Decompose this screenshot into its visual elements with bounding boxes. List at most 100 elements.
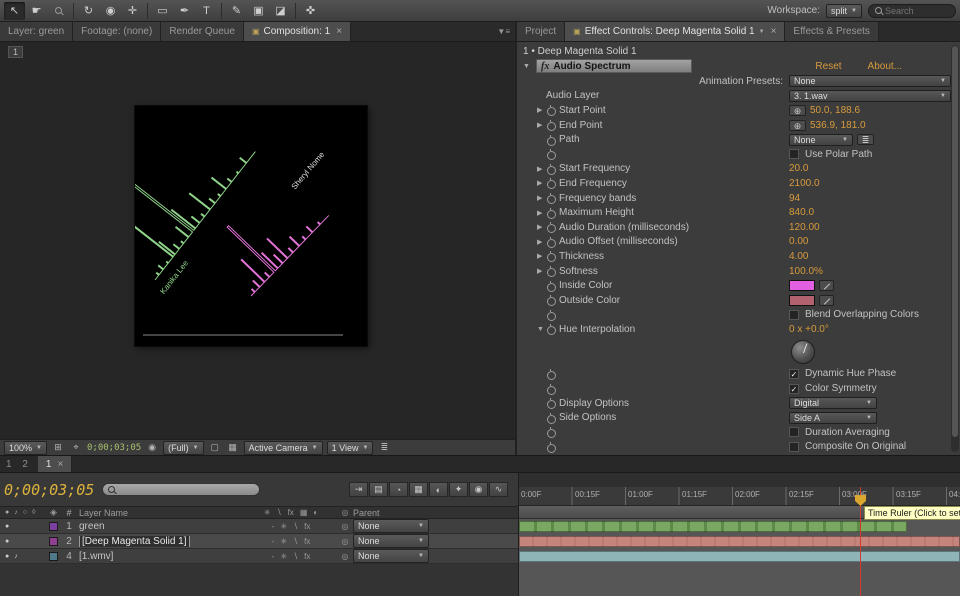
reset-link[interactable]: Reset: [815, 61, 841, 72]
blend-icon[interactable]: ∖: [293, 522, 298, 531]
stopwatch-icon[interactable]: [546, 149, 556, 159]
parent-dropdown[interactable]: None▼: [353, 519, 429, 533]
stopwatch-icon[interactable]: [546, 135, 556, 145]
layer-row-green[interactable]: ● 1 green -✳∖fx ◎ None▼: [0, 519, 518, 534]
composition-viewer[interactable]: 1 Kanika Lee Sheryl Nome: [0, 42, 515, 439]
layer-name-column-header[interactable]: Layer Name: [77, 508, 245, 518]
camera-tool[interactable]: ◉: [100, 2, 121, 20]
tab-project[interactable]: Project: [517, 22, 565, 41]
auto-keyframe-icon[interactable]: ◉: [469, 482, 488, 497]
brush-tool[interactable]: ✎: [226, 2, 247, 20]
quality-icon[interactable]: -: [272, 552, 275, 561]
comp-mini-flowchart-icon[interactable]: ⇥: [349, 482, 368, 497]
resolution-dropdown[interactable]: (Full)▼: [163, 441, 203, 455]
side-options-dropdown[interactable]: Side A▼: [789, 412, 877, 424]
time-ruler[interactable]: 0:00F 00:15F 01:00F 01:15F 02:00F 02:15F…: [519, 487, 960, 506]
stopwatch-icon[interactable]: [546, 384, 556, 394]
stopwatch-icon[interactable]: [546, 105, 556, 115]
pick-whip-icon[interactable]: ◎: [337, 552, 353, 561]
tab-composition[interactable]: ▣ Composition: 1 ×: [244, 22, 351, 41]
rotation-tool[interactable]: ↻: [78, 2, 99, 20]
blend-overlapping-colors-checkbox[interactable]: [789, 310, 799, 320]
clone-stamp-tool[interactable]: ▣: [248, 2, 269, 20]
param-value[interactable]: 0.00: [789, 236, 808, 247]
zoom-tool[interactable]: [48, 2, 69, 20]
help-search-box[interactable]: [868, 4, 956, 18]
quality-icon[interactable]: -: [272, 537, 275, 546]
effect-name-selected[interactable]: fx Audio Spectrum: [536, 59, 692, 73]
scrollbar[interactable]: [951, 45, 959, 452]
hand-tool[interactable]: ☛: [26, 2, 47, 20]
about-link[interactable]: About...: [868, 61, 902, 72]
animation-presets-dropdown[interactable]: None▼: [789, 75, 951, 87]
param-value[interactable]: 20.0: [789, 163, 808, 174]
workspace-dropdown[interactable]: split ▼: [826, 4, 862, 18]
video-eye-icon[interactable]: ●: [5, 523, 9, 530]
eyedropper-icon[interactable]: [819, 280, 834, 291]
param-value[interactable]: 536.9, 181.0: [810, 120, 866, 131]
inside-color-swatch[interactable]: [789, 280, 815, 291]
layer-name[interactable]: [1.wmv]: [77, 551, 245, 562]
param-value[interactable]: 0 x +0.0°: [789, 324, 829, 335]
timeline-tab-comp-1[interactable]: 1 ×: [38, 456, 72, 472]
stopwatch-icon[interactable]: [546, 413, 556, 423]
label-color-swatch[interactable]: [49, 552, 58, 561]
stopwatch-icon[interactable]: [546, 193, 556, 203]
timeline-tab-strip[interactable]: 1 2: [0, 456, 38, 472]
color-symmetry-checkbox[interactable]: ✓: [789, 384, 799, 394]
param-value[interactable]: 2100.0: [789, 178, 820, 189]
path-dropdown[interactable]: None▼: [789, 134, 853, 146]
disclosure-icon[interactable]: ▼: [537, 326, 546, 333]
puppet-pin-tool[interactable]: ✜: [300, 2, 321, 20]
region-of-interest-icon[interactable]: ▢: [208, 442, 222, 453]
rectangle-mask-tool[interactable]: ▭: [152, 2, 173, 20]
layer-bar-deep-magenta-solid[interactable]: [519, 536, 960, 547]
tab-layer-green[interactable]: Layer: green: [0, 22, 73, 41]
eyedropper-icon[interactable]: [819, 295, 834, 306]
disclosure-icon[interactable]: ▶: [537, 267, 546, 275]
graph-editor-icon[interactable]: ∿: [489, 482, 508, 497]
blend-icon[interactable]: ∖: [293, 537, 298, 546]
pick-whip-icon[interactable]: ◎: [337, 522, 353, 531]
crosshair-icon[interactable]: ⌖: [69, 442, 83, 453]
viewer-time-display[interactable]: 0;00;03;05: [87, 443, 141, 453]
layer-name[interactable]: green: [77, 521, 245, 532]
hide-shy-layers-icon[interactable]: ◔: [389, 482, 408, 497]
composite-on-original-checkbox[interactable]: [789, 442, 799, 452]
quality-icon[interactable]: -: [272, 522, 275, 531]
panel-menu-icon[interactable]: ▼≡: [492, 22, 515, 41]
stopwatch-icon[interactable]: [546, 237, 556, 247]
stopwatch-icon[interactable]: [546, 442, 556, 452]
use-polar-path-checkbox[interactable]: [789, 149, 799, 159]
effects-icon[interactable]: ✳: [280, 522, 287, 531]
help-search-input[interactable]: [885, 6, 945, 16]
timeline-track-area[interactable]: 0:00F 00:15F 01:00F 01:15F 02:00F 02:15F…: [518, 473, 960, 596]
stopwatch-icon[interactable]: [546, 427, 556, 437]
label-color-swatch[interactable]: [49, 537, 58, 546]
view-layout-dropdown[interactable]: 1 View▼: [327, 441, 374, 455]
audio-layer-dropdown[interactable]: 3. 1.wav▼: [789, 90, 951, 102]
layer-row-deep-magenta-solid[interactable]: ● 2 [Deep Magenta Solid 1] -✳∖fx ◎ None▼: [0, 534, 518, 549]
layer-row-1wmv[interactable]: ●♪ 4 [1.wmv] -✳∖fx ◎ None▼: [0, 549, 518, 564]
fx-icon[interactable]: fx: [304, 552, 310, 561]
point-crosshair-icon[interactable]: ⊕: [789, 120, 806, 131]
close-icon[interactable]: ×: [57, 459, 63, 470]
composition-canvas[interactable]: Kanika Lee Sheryl Nome: [135, 106, 367, 346]
stopwatch-icon[interactable]: [546, 398, 556, 408]
stopwatch-icon[interactable]: [546, 295, 556, 305]
param-value[interactable]: 840.0: [789, 207, 814, 218]
param-value[interactable]: 100.0%: [789, 266, 823, 277]
stopwatch-icon[interactable]: [546, 324, 556, 334]
label-color-swatch[interactable]: [49, 522, 58, 531]
stopwatch-icon[interactable]: [546, 178, 556, 188]
type-tool[interactable]: T: [196, 2, 217, 20]
eraser-tool[interactable]: ◪: [270, 2, 291, 20]
camera-view-dropdown[interactable]: Active Camera▼: [244, 441, 323, 455]
tab-effects-presets[interactable]: Effects & Presets: [785, 22, 879, 41]
transparency-grid-icon[interactable]: ▦: [226, 442, 240, 453]
pick-whip-icon[interactable]: ◎: [337, 537, 353, 546]
outside-color-swatch[interactable]: [789, 295, 815, 306]
audio-speaker-icon[interactable]: ♪: [14, 553, 18, 560]
tab-footage[interactable]: Footage: (none): [73, 22, 161, 41]
magnification-dropdown[interactable]: 100%▼: [4, 441, 47, 455]
